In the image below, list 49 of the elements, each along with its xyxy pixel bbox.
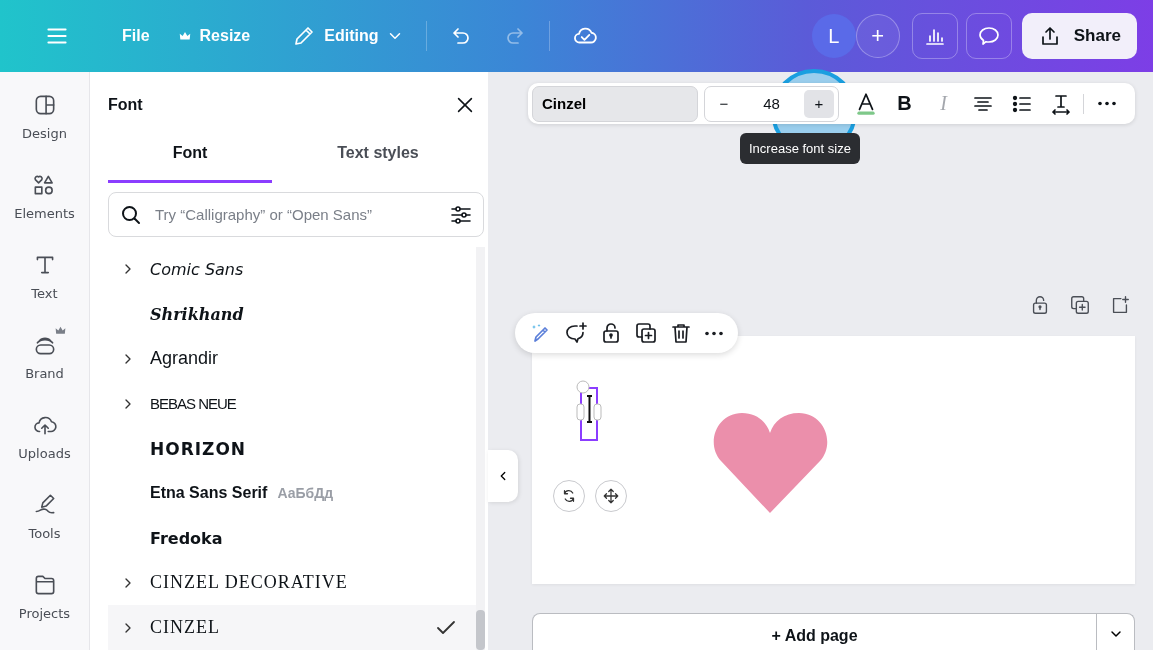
- font-size-stepper[interactable]: − 48 +: [704, 85, 839, 122]
- more-button[interactable]: [704, 330, 725, 336]
- move-handle[interactable]: [595, 480, 627, 513]
- tab[interactable]: Font: [108, 138, 272, 183]
- more-icon: [1096, 101, 1117, 107]
- duplicate-icon: [1069, 294, 1091, 317]
- increase-button[interactable]: +: [804, 89, 834, 118]
- font-option[interactable]: Fredoka: [108, 515, 476, 561]
- text-box-selection-drawing[interactable]: [576, 380, 602, 443]
- comments-button[interactable]: [965, 13, 1012, 59]
- search-field[interactable]: Try “Calligraphy” or “Open Sans”: [108, 192, 484, 237]
- font-option[interactable]: HORIZON: [108, 426, 476, 471]
- scrollbar[interactable]: [476, 247, 485, 650]
- font-option[interactable]: Comic Sans: [108, 247, 476, 292]
- bold-button[interactable]: B: [888, 86, 921, 121]
- more-icon: [704, 330, 725, 336]
- tooltip: Increase font size: [740, 133, 860, 164]
- font-family-field[interactable]: Cinzel: [532, 85, 698, 122]
- font-option[interactable]: Etna Sans Serif АаБбДд: [108, 470, 476, 516]
- comment-button[interactable]: [563, 321, 588, 345]
- sidebar-item[interactable]: Design: [14, 83, 75, 141]
- sidebar-item[interactable]: Tools: [14, 483, 75, 541]
- sidebar-item[interactable]: Elements: [14, 163, 75, 221]
- panel-title: Font: [108, 96, 143, 114]
- duplicate-button[interactable]: [634, 321, 659, 345]
- font-size-value: 48: [762, 95, 781, 113]
- font-option[interactable]: Shrikhand: [108, 291, 476, 337]
- invite-button[interactable]: +: [855, 14, 900, 58]
- font-option[interactable]: Agrandir: [108, 336, 476, 382]
- font-option[interactable]: CINZEL: [108, 605, 476, 650]
- duplicate-icon: [634, 321, 659, 345]
- crown-icon: [53, 324, 67, 337]
- tab[interactable]: Text styles: [272, 138, 484, 183]
- sidebar-item[interactable]: Projects: [14, 563, 75, 621]
- insights-button[interactable]: [911, 13, 958, 59]
- user-avatar[interactable]: L: [811, 14, 856, 58]
- font-option[interactable]: BEBAS NEUE: [108, 381, 476, 427]
- font-option[interactable]: CINZEL DECORATIVE: [108, 560, 476, 606]
- duplicate-page-button[interactable]: [1069, 294, 1091, 317]
- rotate-handle[interactable]: [553, 480, 585, 513]
- share-button[interactable]: Share: [1021, 13, 1137, 59]
- decrease-button[interactable]: −: [709, 89, 739, 118]
- sidebar-item[interactable]: Brand: [14, 323, 75, 381]
- sidebar-item[interactable]: Uploads: [14, 403, 75, 461]
- comment-icon: [976, 24, 1001, 48]
- scrollbar-thumb[interactable]: [476, 610, 485, 650]
- sidebar-item[interactable]: Text: [14, 243, 75, 301]
- add-comment-icon: [563, 321, 588, 345]
- move-icon: [602, 487, 620, 506]
